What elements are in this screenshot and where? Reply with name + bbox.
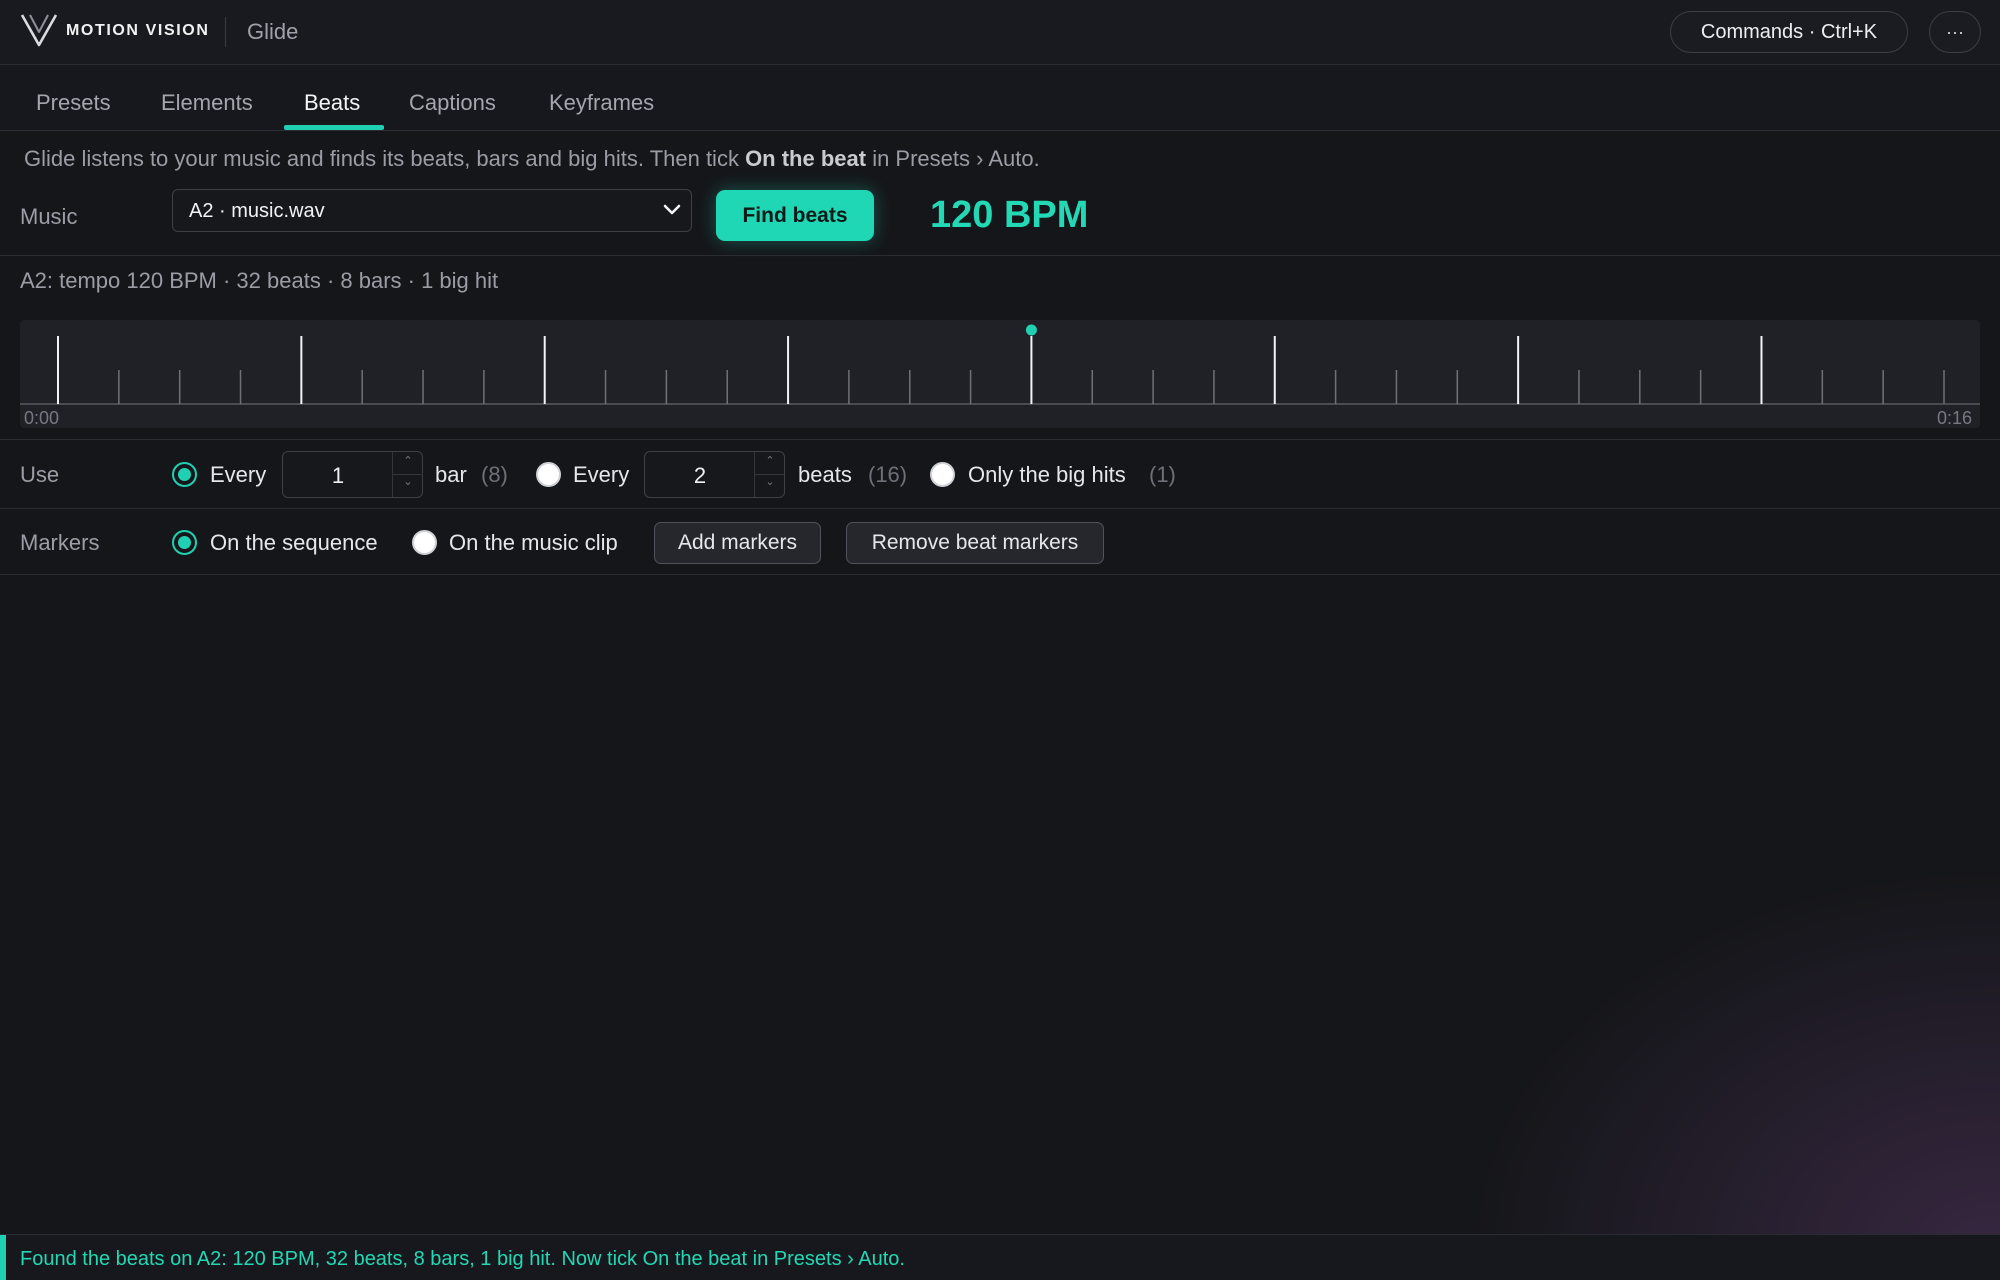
remove-beat-markers-button[interactable]: Remove beat markers [846,522,1104,564]
use-every-bar-prefix: Every [210,462,267,487]
use-every-bar-unit: bar [435,462,467,487]
use-every-beats-unit: beats [798,462,852,487]
app-name: Glide [247,19,299,44]
markers-label: Markers [20,530,100,555]
status-accent-bar [0,1235,6,1280]
use-big-hits-radio[interactable] [930,462,955,487]
markers-on-clip-label: On the music clip [449,530,618,555]
big-hit-marker [1025,324,1037,336]
status-message: Found the beats on A2: 120 BPM, 32 beats… [20,1248,905,1270]
bpm-readout: 120 BPM [930,194,1089,236]
stepper-up-icon[interactable]: ⌃ [393,454,423,476]
tab-bar: Presets Elements Beats Captions Keyframe… [0,65,2000,131]
divider [0,508,2000,509]
beat-timeline[interactable] [20,320,1980,428]
stepper-down-icon[interactable]: ⌄ [393,474,423,496]
motion-vision-logo-icon [20,14,58,47]
brand-divider [225,17,226,47]
chevron-down-icon [663,204,681,215]
intro-text-before: Glide listens to your music and finds it… [24,146,746,171]
use-label: Use [20,462,60,487]
use-every-beats-radio[interactable] [536,462,561,487]
stepper-up-icon[interactable]: ⌃ [755,454,785,476]
intro-text-after: in Presets › Auto. [866,146,1040,171]
bar-interval-stepper[interactable]: 1 ⌃ ⌄ [282,451,423,498]
timeline-end-label: 0:16 [1937,408,1973,428]
commands-button[interactable]: Commands · Ctrl+K [1670,11,1908,53]
intro-text: Glide listens to your music and finds it… [24,146,1040,172]
tab-beats[interactable]: Beats [304,65,360,131]
beat-timeline-svg [20,324,1980,405]
active-tab-indicator [284,125,384,130]
stepper-arrows: ⌃ ⌄ [754,452,785,497]
use-big-hits-count: (1) [1149,462,1176,487]
stepper-down-icon[interactable]: ⌄ [755,474,785,496]
more-options-button[interactable]: ··· [1929,11,1981,53]
divider [0,255,2000,256]
markers-on-sequence-radio[interactable] [172,530,197,555]
divider [0,574,2000,575]
music-select-value: A2 · music.wav [189,200,325,222]
beats-interval-stepper[interactable]: 2 ⌃ ⌄ [644,451,785,498]
add-markers-button[interactable]: Add markers [654,522,821,564]
beat-summary: A2: tempo 120 BPM · 32 beats · 8 bars · … [20,268,499,293]
tab-captions[interactable]: Captions [409,65,496,131]
beats-interval-value[interactable]: 2 [645,463,755,489]
markers-on-sequence-label: On the sequence [210,530,378,555]
divider [0,439,2000,440]
tab-elements[interactable]: Elements [161,65,253,131]
markers-on-clip-radio[interactable] [412,530,437,555]
use-every-beats-count: (16) [868,462,908,487]
use-big-hits-label: Only the big hits [968,462,1126,487]
music-select[interactable]: A2 · music.wav [172,189,692,232]
use-every-bar-radio[interactable] [172,462,197,487]
tab-presets[interactable]: Presets [36,65,111,131]
bar-interval-value[interactable]: 1 [283,463,393,489]
stepper-arrows: ⌃ ⌄ [392,452,423,497]
status-bar: Found the beats on A2: 120 BPM, 32 beats… [0,1234,2000,1280]
tab-keyframes[interactable]: Keyframes [549,65,654,131]
app-header: MOTION VISION Glide Commands · Ctrl+K ··… [0,0,2000,65]
use-every-bar-count: (8) [481,462,508,487]
timeline-start-label: 0:00 [24,408,60,428]
music-label: Music [20,204,78,229]
intro-text-emphasis: On the beat [745,146,867,171]
find-beats-button[interactable]: Find beats [716,190,874,241]
use-every-beats-prefix: Every [573,462,630,487]
brand-name: MOTION VISION [66,22,210,39]
